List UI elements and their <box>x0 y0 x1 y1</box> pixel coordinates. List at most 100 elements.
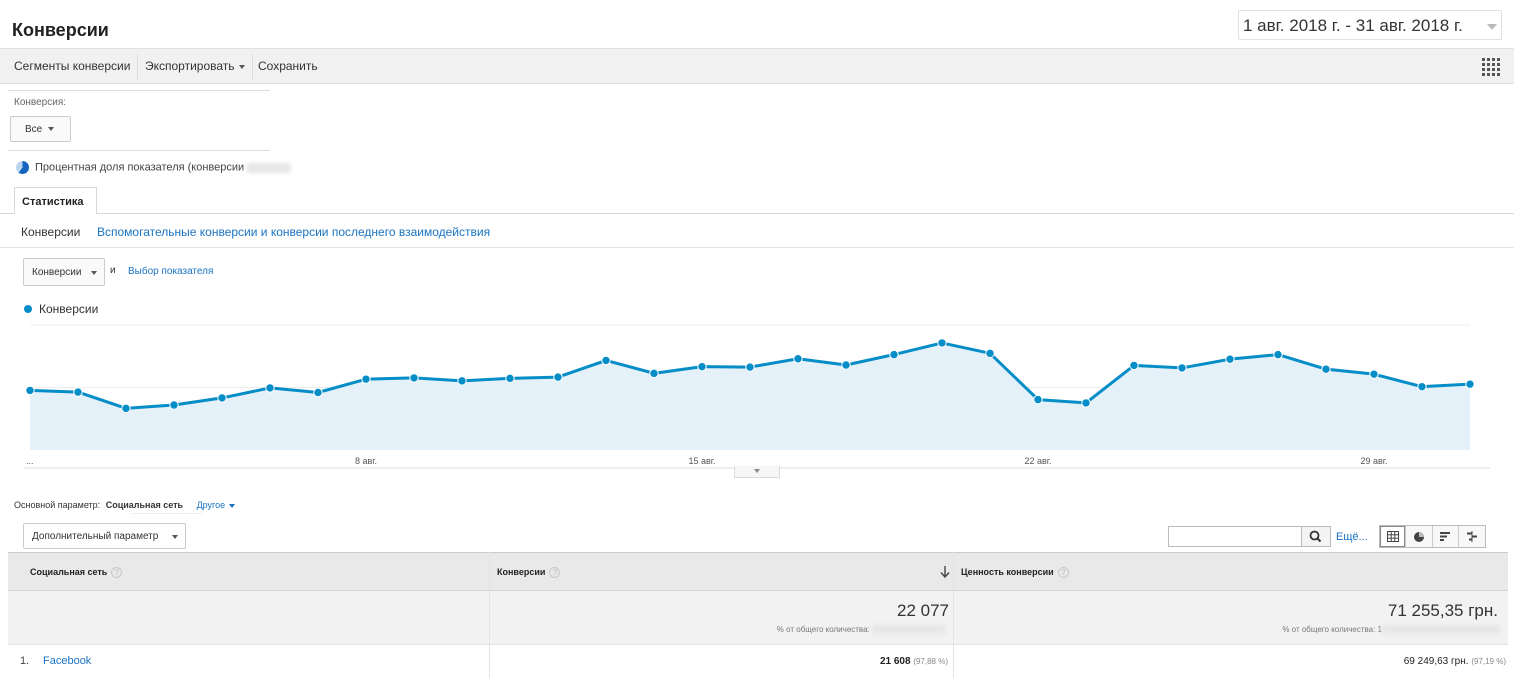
search-icon <box>1309 530 1322 543</box>
table-view-button[interactable] <box>1380 526 1407 547</box>
date-range-label: 1 авг. 2018 г. - 31 авг. 2018 г. <box>1243 16 1463 35</box>
conversions-line-chart: ... 8 авг. 15 авг. 22 авг. 29 авг. <box>24 324 1490 469</box>
help-icon[interactable]: ? <box>1057 567 1069 579</box>
column-header-label: Ценность конверсии <box>961 567 1054 577</box>
divider <box>8 90 270 91</box>
data-point <box>985 348 995 359</box>
help-icon[interactable]: ? <box>549 567 561 579</box>
chevron-down-icon <box>91 271 97 275</box>
data-point <box>313 387 323 398</box>
bar-list-icon <box>1440 532 1451 541</box>
data-point <box>1369 369 1379 379</box>
performance-view-button[interactable] <box>1433 526 1459 547</box>
segments-button[interactable]: Сегменты конверсии <box>10 59 134 73</box>
redacted-value <box>247 162 292 173</box>
export-label: Экспортировать <box>145 59 235 73</box>
divider <box>8 150 270 151</box>
data-point <box>265 383 275 393</box>
column-header-conversions[interactable]: Конверсии? <box>497 553 561 591</box>
data-point <box>601 355 611 366</box>
column-header-social-network[interactable]: Социальная сеть? <box>30 553 123 591</box>
divider <box>131 513 203 514</box>
data-point <box>1273 349 1283 360</box>
sort-descending-icon[interactable] <box>940 566 950 581</box>
table-view-toggle <box>1379 525 1486 548</box>
total-conversions: 22 077 <box>897 601 949 620</box>
chevron-down-icon <box>754 469 760 473</box>
legend-dot <box>24 304 32 313</box>
data-point <box>409 373 419 383</box>
toolbar-divider <box>252 54 253 80</box>
more-options-link[interactable]: Ещё... <box>1336 531 1368 543</box>
pie-chart-icon <box>16 161 29 174</box>
column-header-label: Конверсии <box>497 567 546 577</box>
column-header-label: Социальная сеть <box>30 567 108 577</box>
data-point <box>697 361 707 372</box>
pie-chart-icon <box>1413 531 1424 542</box>
subtab-conversions[interactable]: Конверсии <box>21 225 80 239</box>
other-dimension-label: Другое <box>196 500 226 510</box>
data-point <box>745 362 755 372</box>
series-area <box>30 342 1470 450</box>
comparison-view-button[interactable] <box>1459 526 1485 547</box>
data-point <box>889 349 899 360</box>
legend-series-name: Конверсии <box>39 302 99 316</box>
data-point <box>73 387 83 397</box>
row-conversions: 21 608 (97,88 %) <box>880 656 948 667</box>
row-conversions-value: 21 608 <box>879 656 911 667</box>
x-tick-label: 22 авг. <box>1025 456 1052 466</box>
total-value-share-label: % от общего количества: 1 <box>1282 625 1382 634</box>
column-divider <box>489 552 490 678</box>
data-point <box>169 400 179 410</box>
subtab-assisted-conversions[interactable]: Вспомогательные конверсии и конверсии по… <box>97 225 490 239</box>
divider <box>0 213 1514 214</box>
tab-statistics[interactable]: Статистика <box>14 187 97 214</box>
export-button[interactable]: Экспортировать <box>141 59 249 73</box>
total-conversions-share: % от общего количества: <box>776 625 946 635</box>
data-point <box>841 360 851 370</box>
redacted-value <box>1382 625 1500 635</box>
data-point <box>1465 379 1475 389</box>
totals-row <box>8 591 1508 645</box>
search-button[interactable] <box>1301 526 1331 547</box>
row-conversion-value-amount: 69 249,63 грн. <box>1403 656 1469 667</box>
data-point <box>1081 398 1091 408</box>
data-point <box>217 393 227 403</box>
primary-dimension-value[interactable]: Социальная сеть <box>106 500 183 510</box>
x-tick-label: 15 авг. <box>689 456 716 466</box>
column-header-conversion-value[interactable]: Ценность конверсии? <box>961 553 1069 591</box>
choose-metric-link[interactable]: Выбор показателя <box>128 266 213 277</box>
help-icon[interactable]: ? <box>111 567 123 579</box>
total-conversions-share-label: % от общего количества: <box>776 625 870 634</box>
column-divider <box>953 552 954 678</box>
row-conversion-value-percent: (97,19 %) <box>1471 657 1506 666</box>
table-search-input[interactable] <box>1168 526 1302 547</box>
total-conversion-value: 71 255,35 грн. <box>1387 601 1498 620</box>
data-point <box>505 373 515 384</box>
redacted-value <box>872 625 946 635</box>
save-button[interactable]: Сохранить <box>254 59 322 73</box>
x-tick-label: 29 авг. <box>1361 456 1388 466</box>
apps-grid-icon[interactable] <box>1482 58 1500 79</box>
metric-share-toggle[interactable]: Процентная доля показателя (конверсии <box>16 161 292 174</box>
chevron-down-icon <box>1487 24 1497 30</box>
chart-collapse-toggle[interactable] <box>734 466 780 478</box>
date-range-picker[interactable]: 1 авг. 2018 г. - 31 авг. 2018 г. <box>1238 10 1502 40</box>
other-dimension-link[interactable]: Другое <box>197 500 236 510</box>
toolbar-divider <box>137 54 138 80</box>
data-point <box>649 368 659 379</box>
data-point <box>793 354 803 364</box>
row-link-facebook[interactable]: Facebook <box>43 655 91 667</box>
data-point <box>553 372 563 382</box>
secondary-dimension-select[interactable]: Дополнительный параметр <box>23 523 186 549</box>
data-point <box>1417 381 1427 392</box>
conversion-select[interactable]: Все <box>10 116 71 142</box>
pie-view-button[interactable] <box>1406 526 1433 547</box>
primary-dimension-label: Основной параметр: <box>14 500 101 510</box>
chevron-down-icon <box>172 535 178 539</box>
chevron-down-icon <box>48 127 55 132</box>
and-label: и <box>110 265 116 276</box>
metric-select[interactable]: Конверсии <box>23 258 105 286</box>
data-point <box>1177 363 1187 373</box>
data-point <box>1129 360 1139 371</box>
